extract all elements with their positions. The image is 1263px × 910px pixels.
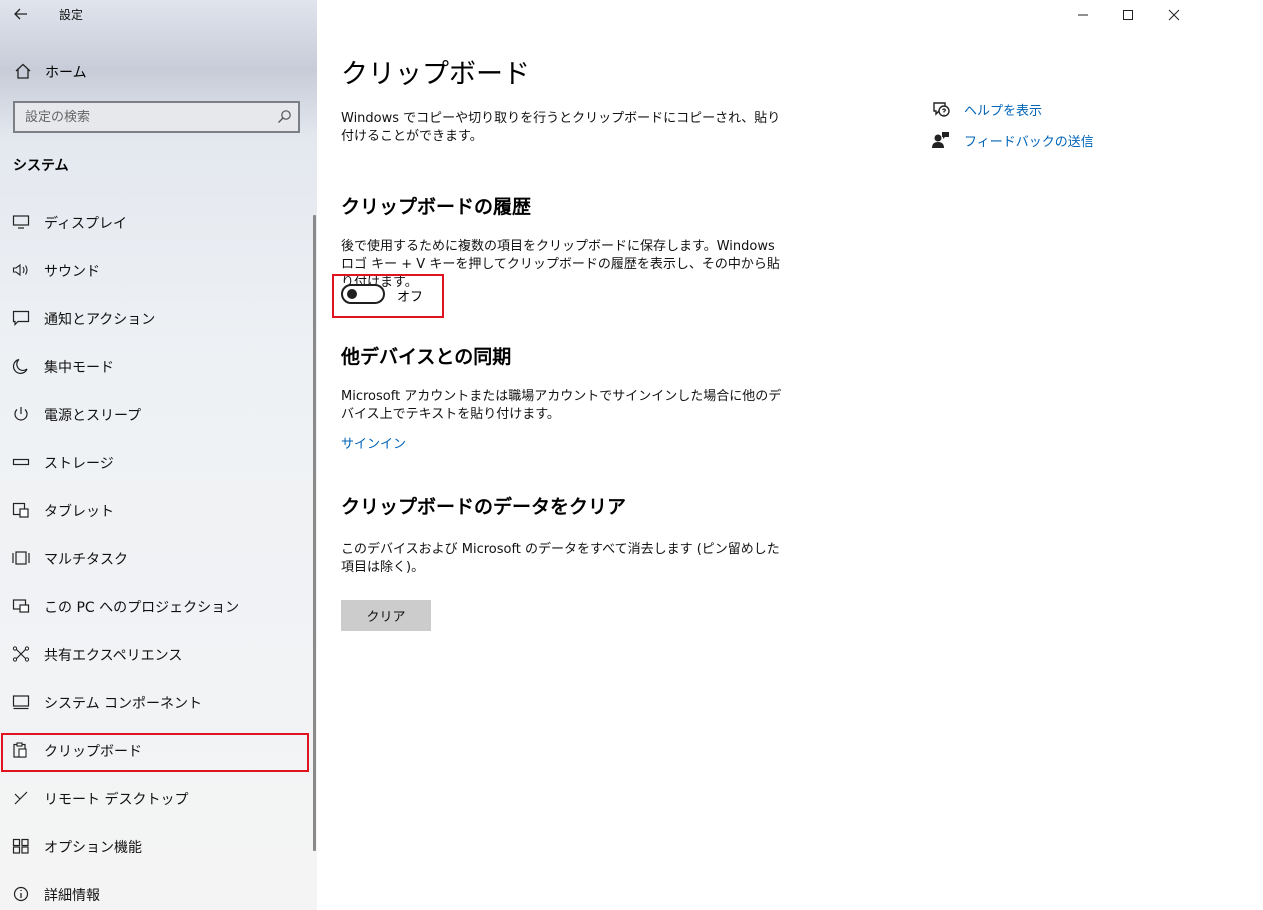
sidebar-item-tablet[interactable]: タブレット [0,486,317,534]
sidebar-item-label: クリップボード [44,744,142,760]
signin-link[interactable]: サインイン [341,433,406,452]
sidebar-item-label: サウンド [44,264,100,280]
help-chat-icon [933,102,950,117]
sidebar-item-label: 集中モード [44,360,114,376]
storage-icon [12,458,30,466]
title-bar: 設定 [0,0,317,30]
feedback-link[interactable]: フィードバックの送信 [931,130,1094,150]
remote-icon [14,791,28,805]
clear-heading: クリップボードのデータをクリア [341,496,627,518]
sidebar-item-about[interactable]: 詳細情報 [0,870,317,910]
sidebar-item-notifications[interactable]: 通知とアクション [0,294,317,342]
sidebar-item-clipboard[interactable]: クリップボード [0,726,317,774]
sidebar-item-home[interactable]: ホーム [0,52,317,90]
search-box[interactable] [13,101,300,133]
components-icon [12,695,30,710]
clear-description: このデバイスおよび Microsoft のデータをすべて消去します (ピン留めし… [341,542,780,575]
sidebar-item-shared-experiences[interactable]: 共有エクスペリエンス [0,630,317,678]
moon-icon [12,358,28,374]
maximize-icon [1123,10,1133,20]
sidebar-item-focus-assist[interactable]: 集中モード [0,342,317,390]
minimize-button[interactable] [1060,0,1106,30]
section-title: システム [13,158,69,174]
sidebar-item-label: システム コンポーネント [44,696,203,712]
shared-icon [12,646,30,662]
sync-heading: 他デバイスとの同期 [341,346,512,368]
sidebar-item-optional-features[interactable]: オプション機能 [0,822,317,870]
sidebar-item-remote-desktop[interactable]: リモート デスクトップ [0,774,317,822]
sidebar-item-sound[interactable]: サウンド [0,246,317,294]
clipboard-icon [13,742,27,758]
maximize-button[interactable] [1105,0,1151,30]
optional-features-icon [12,838,29,854]
sidebar-item-label: マルチタスク [44,552,128,568]
speaker-icon [12,263,28,277]
toggle-knob [347,289,357,299]
settings-window: 設定 ホーム システム ディスプレイ サウンド [0,0,1263,910]
back-arrow-icon [14,8,27,20]
back-button[interactable] [8,3,34,25]
search-icon[interactable] [276,109,292,125]
sync-description: Microsoft アカウントまたは職場アカウントでサインインした場合に他のデバ… [341,389,782,422]
sidebar-item-label: ストレージ [44,456,114,472]
tablet-icon [12,502,29,518]
power-icon [14,407,28,421]
app-title: 設定 [59,8,84,22]
info-icon [13,886,29,902]
projection-icon [12,599,30,613]
feedback-link-label[interactable]: フィードバックの送信 [964,131,1094,150]
multitask-icon [12,551,30,565]
history-heading: クリップボードの履歴 [341,196,532,218]
toggle-state-label: オフ [397,290,424,305]
clipboard-history-toggle[interactable] [341,284,385,304]
sidebar-scrollbar[interactable] [313,215,316,851]
notification-icon [12,310,30,326]
monitor-icon [12,215,30,229]
sidebar-item-multitasking[interactable]: マルチタスク [0,534,317,582]
sidebar-item-system-components[interactable]: システム コンポーネント [0,678,317,726]
sidebar-item-label: 通知とアクション [44,312,156,328]
sidebar-item-label: 共有エクスペリエンス [44,648,183,664]
sidebar-item-power[interactable]: 電源とスリープ [0,390,317,438]
sidebar-item-label: オプション機能 [44,840,142,856]
close-button[interactable] [1151,0,1197,30]
sidebar-item-storage[interactable]: ストレージ [0,438,317,486]
clear-button[interactable]: クリア [341,600,431,631]
sidebar-nav: ディスプレイ サウンド 通知とアクション 集中モード 電源とスリープ ストレージ [0,198,317,910]
page-description: Windows でコピーや切り取りを行うとクリップボードにコピーされ、貼り付ける… [341,111,781,144]
sidebar-item-label: 詳細情報 [44,888,100,904]
feedback-icon [932,132,949,148]
sidebar-item-label: リモート デスクトップ [44,792,189,808]
sidebar-item-label: この PC へのプロジェクション [44,600,240,616]
sidebar-item-projection[interactable]: この PC へのプロジェクション [0,582,317,630]
sidebar-item-label: タブレット [44,504,114,520]
sidebar-item-label: 電源とスリープ [44,408,142,424]
help-link[interactable]: ヘルプを表示 [931,99,1042,119]
search-input[interactable] [25,108,265,126]
sidebar-item-label: ディスプレイ [44,216,128,232]
help-link-label[interactable]: ヘルプを表示 [964,100,1042,119]
page-title: クリップボード [341,59,530,90]
minimize-icon [1078,14,1088,16]
sidebar-item-display[interactable]: ディスプレイ [0,198,317,246]
home-icon [15,63,31,79]
sidebar-item-label: ホーム [45,65,87,81]
close-icon [1168,9,1180,21]
sidebar: 設定 ホーム システム ディスプレイ サウンド [0,0,317,910]
